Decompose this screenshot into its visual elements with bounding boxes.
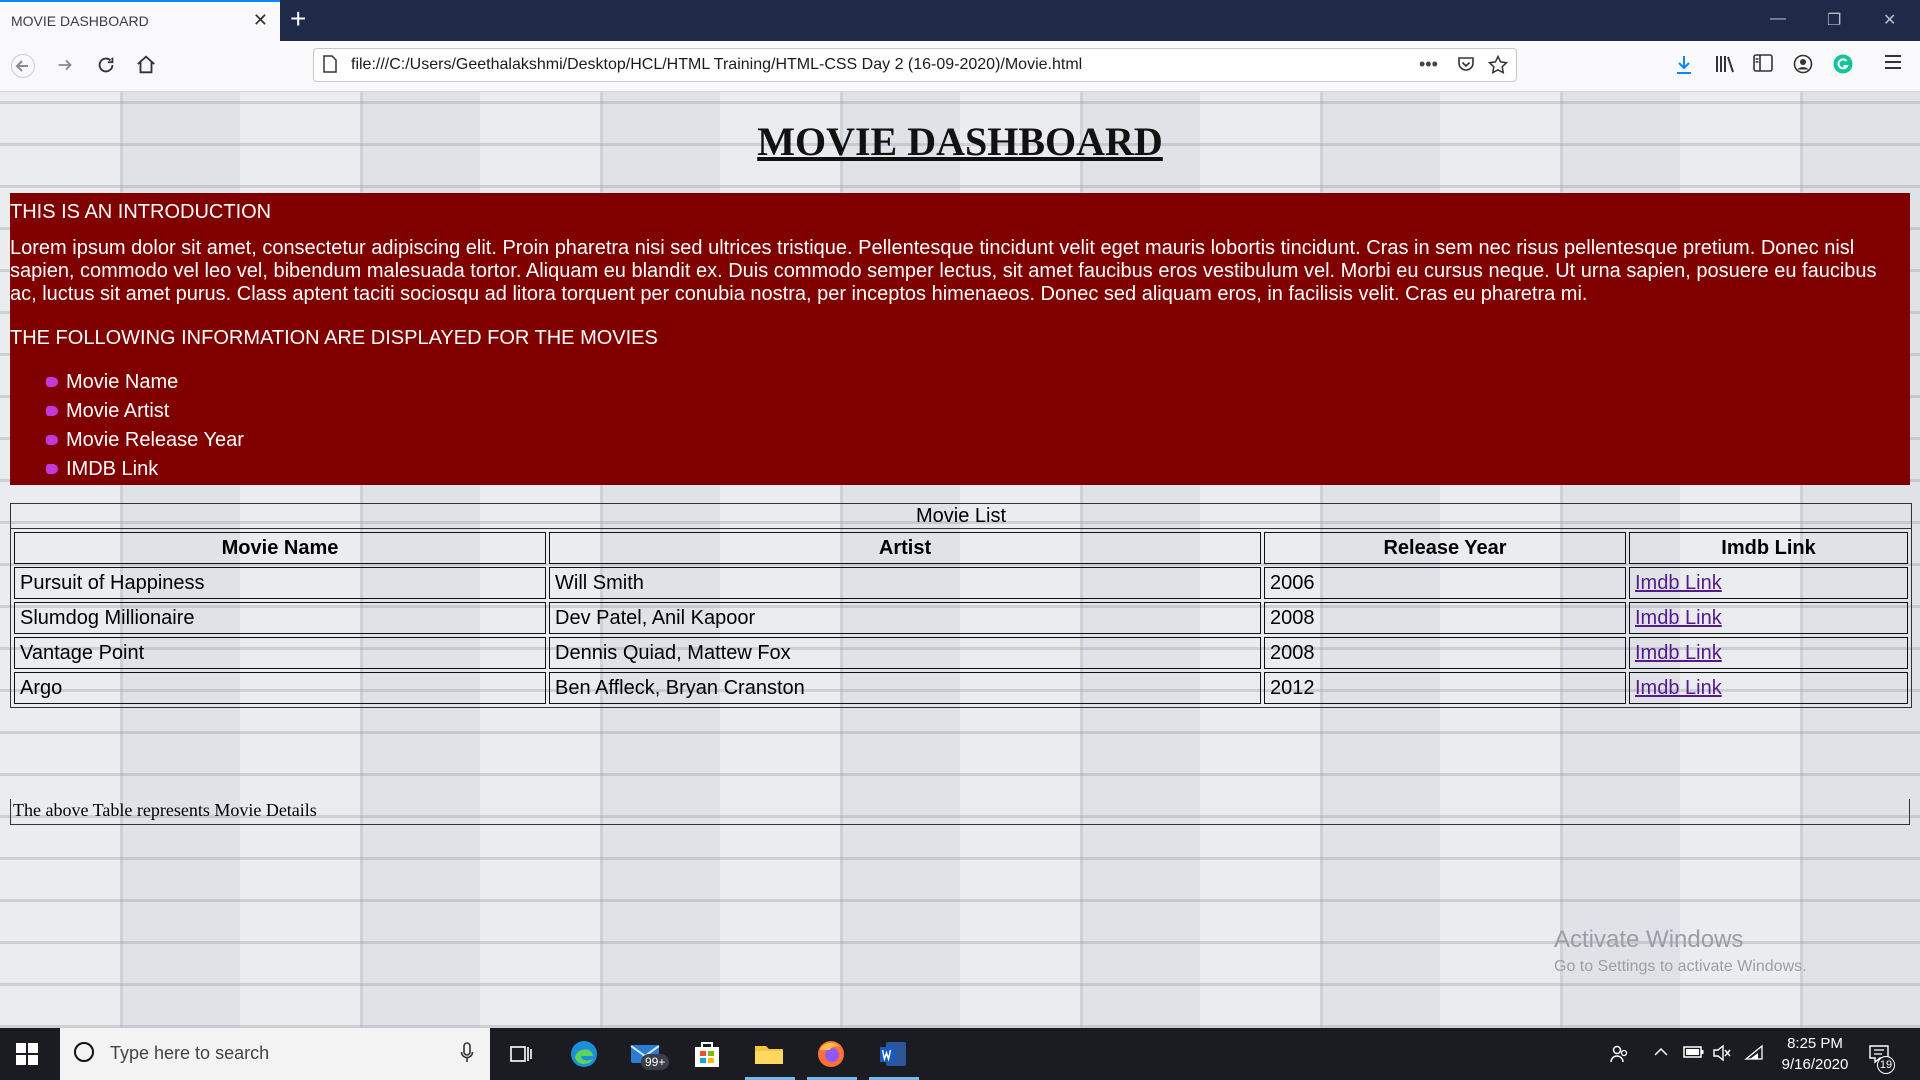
account-icon[interactable] [1793,54,1813,78]
imdb-link-cell: Imdb Link [1629,637,1908,669]
tab-title: MOVIE DASHBOARD [11,13,149,29]
activate-windows-subtitle: Go to Settings to activate Windows. [1554,958,1807,975]
release-year-cell: 2012 [1264,672,1626,704]
restore-button[interactable]: ❐ [1827,10,1841,30]
clock-time[interactable]: 8:25 PM [1780,1035,1850,1052]
release-year-cell: 2008 [1264,602,1626,634]
menu-icon[interactable] [1884,54,1902,74]
list-item-label: Movie Release Year [66,429,244,451]
table-row: Argo Ben Affleck, Bryan Cranston 2012 Im… [14,672,1908,704]
list-item: Movie Release Year [36,429,244,458]
table-row: Vantage Point Dennis Quiad, Mattew Fox 2… [14,637,1908,669]
imdb-link-cell: Imdb Link [1629,567,1908,599]
col-artist-header: Artist [549,532,1261,564]
page-icon [323,55,337,73]
bookmark-star-icon[interactable] [1487,54,1509,80]
tray-chevron-up-icon[interactable] [1653,1044,1669,1065]
bullet-icon [46,435,58,445]
intro-paragraph: Lorem ipsum dolor sit amet, consectetur … [10,237,1877,305]
grammarly-icon[interactable] [1833,54,1853,78]
artist-cell: Will Smith [549,567,1261,599]
bullet-icon [46,406,58,416]
task-view-icon[interactable] [504,1037,538,1071]
edge-icon[interactable] [567,1037,601,1071]
intro-section: THIS IS AN INTRODUCTION Lorem ipsum dolo… [10,193,1910,485]
release-year-cell: 2008 [1264,637,1626,669]
battery-icon[interactable] [1683,1044,1705,1065]
tab-close-icon[interactable]: ✕ [253,11,268,29]
wifi-icon[interactable] [1744,1044,1764,1067]
mail-badge: 99+ [641,1054,670,1070]
browser-tab[interactable]: MOVIE DASHBOARD ✕ [0,0,280,41]
col-movie-name-header: Movie Name [14,532,546,564]
taskbar-search-box[interactable]: Type here to search [60,1028,490,1080]
intro-heading: THIS IS AN INTRODUCTION [10,201,272,223]
info-heading: THE FOLLOWING INFORMATION ARE DISPLAYED … [10,327,658,349]
table-row: Slumdog Millionaire Dev Patel, Anil Kapo… [14,602,1908,634]
bullet-icon [46,464,58,474]
list-item-label: Movie Name [66,371,179,393]
list-item: Movie Artist [36,400,244,429]
imdb-link[interactable]: Imdb Link [1635,607,1722,629]
windows-start-icon[interactable] [16,1043,38,1065]
firefox-icon[interactable] [814,1037,848,1071]
info-list: Movie Name Movie Artist Movie Release Ye… [36,371,244,487]
col-release-year-header: Release Year [1264,532,1626,564]
list-item-label: IMDB Link [66,458,159,480]
activate-windows-title: Activate Windows [1554,926,1744,953]
list-item: IMDB Link [36,458,244,487]
home-icon[interactable] [135,54,157,80]
search-placeholder: Type here to search [110,1043,270,1063]
imdb-link[interactable]: Imdb Link [1635,642,1722,664]
browser-tab-bar: MOVIE DASHBOARD ✕ + — ❐ ✕ [0,0,1920,41]
download-icon[interactable] [1674,54,1694,80]
volume-muted-icon[interactable] [1712,1044,1732,1067]
imdb-link-cell: Imdb Link [1629,672,1908,704]
movie-name-cell: Vantage Point [14,637,546,669]
col-imdb-link-header: Imdb Link [1629,532,1908,564]
notification-count: 19 [1877,1056,1895,1074]
sidebar-icon[interactable] [1753,54,1773,76]
list-item: Movie Name [36,371,244,400]
file-explorer-icon[interactable] [752,1037,786,1071]
page-title: MOVIE DASHBOARD [757,119,1163,164]
list-item-label: Movie Artist [66,400,170,422]
imdb-link[interactable]: Imdb Link [1635,572,1722,594]
forward-arrow-icon[interactable] [54,54,76,80]
microphone-icon[interactable] [460,1042,474,1070]
browser-nav-bar: file:///C:/Users/Geethalakshmi/Desktop/H… [0,41,1920,92]
url-bar[interactable]: file:///C:/Users/Geethalakshmi/Desktop/H… [313,48,1517,82]
artist-cell: Ben Affleck, Bryan Cranston [549,672,1261,704]
taskbar: Type here to search 99+ 8:25 PM 9/16/202… [0,1028,1920,1080]
artist-cell: Dennis Quiad, Mattew Fox [549,637,1261,669]
movie-name-cell: Argo [14,672,546,704]
new-tab-button[interactable]: + [290,5,306,33]
imdb-link-cell: Imdb Link [1629,602,1908,634]
reload-icon[interactable] [95,54,117,80]
imdb-link[interactable]: Imdb Link [1635,677,1722,699]
close-window-button[interactable]: ✕ [1883,10,1896,30]
clock-date[interactable]: 9/16/2020 [1775,1056,1855,1073]
store-icon[interactable] [690,1037,724,1071]
pocket-icon[interactable] [1457,55,1475,78]
page-content: MOVIE DASHBOARD THIS IS AN INTRODUCTION … [0,92,1920,1028]
bullet-icon [46,377,58,387]
word-icon[interactable] [876,1037,910,1071]
page-actions-icon[interactable]: ••• [1419,54,1438,75]
table-header-row: Movie Name Artist Release Year Imdb Link [14,532,1908,564]
back-arrow-icon[interactable] [11,54,35,82]
table-footer: The above Table represents Movie Details [10,799,1910,825]
movie-table: Movie List Movie Name Artist Release Yea… [10,503,1912,708]
movie-name-cell: Pursuit of Happiness [14,567,546,599]
library-icon[interactable] [1714,54,1736,78]
table-row: Pursuit of Happiness Will Smith 2006 Imd… [14,567,1908,599]
minimize-button[interactable]: — [1770,10,1786,28]
people-icon[interactable] [1609,1044,1629,1069]
search-icon [74,1042,94,1062]
release-year-cell: 2006 [1264,567,1626,599]
artist-cell: Dev Patel, Anil Kapoor [549,602,1261,634]
movie-name-cell: Slumdog Millionaire [14,602,546,634]
table-caption: Movie List [10,503,1912,528]
url-text[interactable]: file:///C:/Users/Geethalakshmi/Desktop/H… [351,56,1082,74]
